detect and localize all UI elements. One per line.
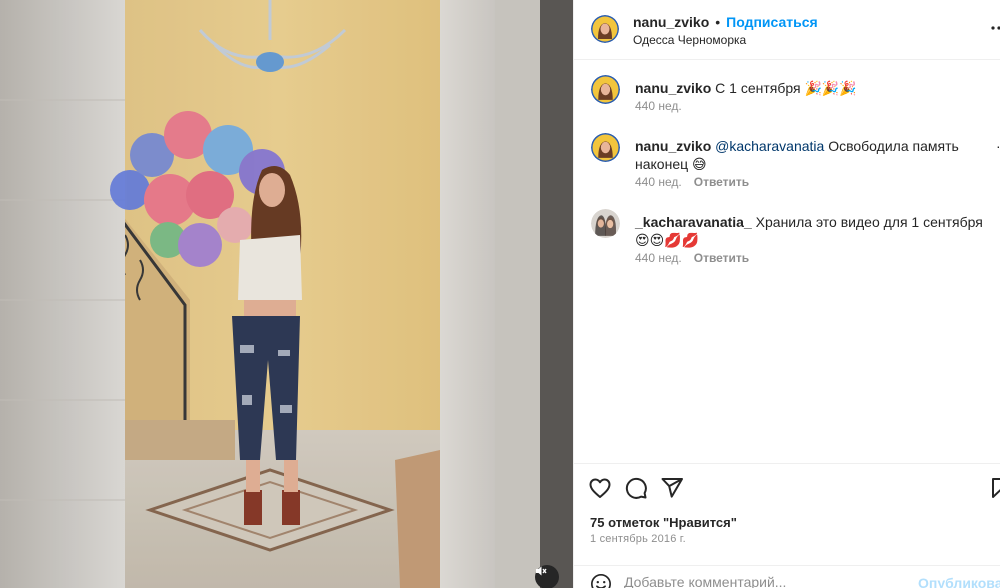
comment-input[interactable] xyxy=(624,574,914,588)
comment-age[interactable]: 440 нед. xyxy=(635,251,682,265)
list-item: nanu_zviko @kacharavanatia Освободила па… xyxy=(574,133,1000,199)
publish-button[interactable]: Опубликовать xyxy=(918,575,1000,588)
author-avatar[interactable] xyxy=(591,15,619,43)
video-frame xyxy=(0,0,573,588)
post-date[interactable]: 1 сентябрь 2016 г. xyxy=(590,533,686,545)
comment-username[interactable]: nanu_zviko xyxy=(635,80,711,96)
comment-meta: 440 нед. xyxy=(635,99,682,113)
speaker-muted-icon xyxy=(536,566,547,576)
follow-button[interactable]: Подписаться xyxy=(726,14,818,30)
comment-more-icon[interactable]: · xyxy=(996,138,1000,154)
comment-mention[interactable]: @kacharavanatia xyxy=(715,138,824,154)
more-icon[interactable] xyxy=(989,18,1000,38)
bookmark-icon[interactable] xyxy=(989,476,1000,500)
comment-text-block: nanu_zviko С 1 сентября 🎉🎉🎉 xyxy=(635,79,995,97)
post-video[interactable] xyxy=(0,0,573,588)
avatar[interactable] xyxy=(591,75,620,104)
list-item: _kacharavanatia_ Хранила это видео для 1… xyxy=(574,209,1000,275)
comment-icon[interactable] xyxy=(624,476,648,500)
post-location[interactable]: Одесса Черноморка xyxy=(633,33,746,47)
caption-comment: nanu_zviko С 1 сентября 🎉🎉🎉 440 нед. xyxy=(574,75,1000,135)
heart-icon[interactable] xyxy=(588,476,612,500)
comment-text: С 1 сентября 🎉🎉🎉 xyxy=(715,80,857,96)
mute-button[interactable] xyxy=(535,565,559,588)
smiley-icon[interactable] xyxy=(590,573,612,588)
reply-button[interactable]: Ответить xyxy=(694,175,749,189)
avatar[interactable] xyxy=(591,209,620,238)
comment-age[interactable]: 440 нед. xyxy=(635,175,682,189)
separator-dot: • xyxy=(715,14,721,30)
post-actions: 75 отметок "Нравится" 1 сентябрь 2016 г.… xyxy=(574,463,1000,588)
comment-text-block: nanu_zviko @kacharavanatia Освободила па… xyxy=(635,137,995,173)
comment-meta: 440 нед. Ответить xyxy=(635,251,749,265)
likes-count[interactable]: 75 отметок "Нравится" xyxy=(590,515,737,530)
author-username[interactable]: nanu_zviko xyxy=(633,14,709,30)
comments-list: nanu_zviko С 1 сентября 🎉🎉🎉 440 нед. nan… xyxy=(574,61,1000,463)
comment-age[interactable]: 440 нед. xyxy=(635,99,682,113)
comment-text-block: _kacharavanatia_ Хранила это видео для 1… xyxy=(635,213,995,249)
reply-button[interactable]: Ответить xyxy=(694,251,749,265)
comment-meta: 440 нед. Ответить xyxy=(635,175,749,189)
add-comment-bar: Опубликовать xyxy=(574,565,1000,588)
comment-username[interactable]: nanu_zviko xyxy=(635,138,711,154)
post-sidebar: nanu_zviko • Подписаться Одесса Черноморка… xyxy=(573,0,1000,588)
post-header: nanu_zviko • Подписаться Одесса Черноморка xyxy=(574,0,1000,60)
avatar[interactable] xyxy=(591,133,620,162)
send-icon[interactable] xyxy=(660,476,684,500)
comment-username[interactable]: _kacharavanatia_ xyxy=(635,214,752,230)
